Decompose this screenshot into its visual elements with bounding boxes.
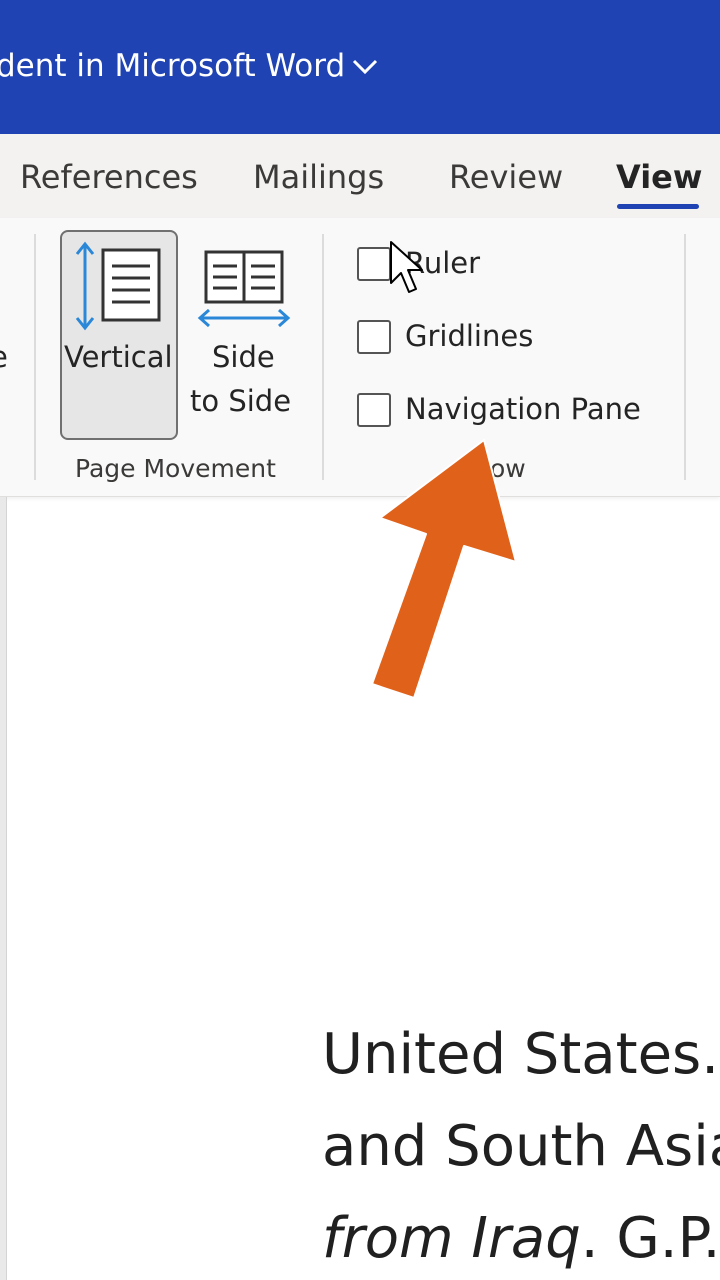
document-text-line[interactable]: United States. bbox=[322, 1022, 719, 1087]
title-bar: dent in Microsoft Word bbox=[0, 0, 720, 134]
ruler-checkbox[interactable] bbox=[357, 247, 391, 281]
show-group-label: ow bbox=[490, 454, 526, 483]
tab-view[interactable]: View bbox=[616, 158, 702, 196]
document-title[interactable]: dent in Microsoft Word bbox=[0, 48, 345, 84]
tab-review[interactable]: Review bbox=[449, 158, 563, 196]
partial-button-label: e bbox=[0, 340, 8, 374]
page-edge bbox=[0, 497, 7, 1280]
navigation-pane-checkbox[interactable] bbox=[357, 393, 391, 427]
vertical-page-icon bbox=[75, 241, 161, 331]
ruler-label[interactable]: Ruler bbox=[405, 246, 480, 280]
group-separator bbox=[684, 234, 686, 480]
italic-text: from Iraq bbox=[322, 1206, 581, 1271]
page-movement-group-label: Page Movement bbox=[75, 454, 276, 483]
active-tab-indicator bbox=[617, 204, 699, 209]
gridlines-label[interactable]: Gridlines bbox=[405, 319, 533, 353]
group-separator bbox=[322, 234, 324, 480]
side-to-side-button[interactable]: Side to Side bbox=[186, 234, 304, 434]
side-to-side-label-1: Side bbox=[212, 340, 275, 374]
navigation-pane-label[interactable]: Navigation Pane bbox=[405, 392, 641, 426]
document-text: . G.P. bbox=[580, 1206, 720, 1271]
gridlines-checkbox[interactable] bbox=[357, 320, 391, 354]
document-text-line[interactable]: from Iraq. G.P. bbox=[322, 1206, 720, 1271]
tab-references[interactable]: References bbox=[20, 158, 198, 196]
vertical-button-label: Vertical bbox=[64, 340, 173, 374]
tab-mailings[interactable]: Mailings bbox=[253, 158, 384, 196]
group-separator bbox=[34, 234, 36, 480]
document-text-line[interactable]: and South Asia bbox=[322, 1114, 720, 1179]
chevron-down-icon[interactable] bbox=[352, 58, 378, 76]
vertical-button[interactable] bbox=[60, 230, 178, 440]
side-to-side-icon bbox=[197, 250, 291, 328]
side-to-side-label-2: to Side bbox=[190, 384, 292, 418]
